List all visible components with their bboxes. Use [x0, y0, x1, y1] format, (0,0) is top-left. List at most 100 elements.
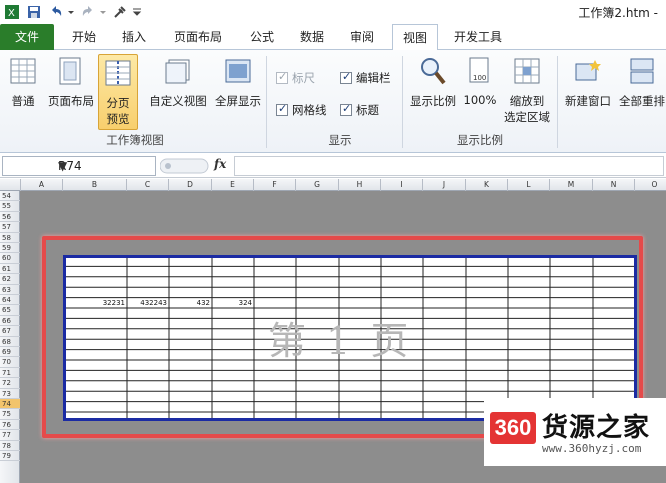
column-header[interactable]: K: [466, 179, 508, 191]
column-header[interactable]: J: [423, 179, 466, 191]
zoom-to-selection-label-2: 选定区域: [504, 110, 550, 124]
column-header[interactable]: I: [381, 179, 423, 191]
row-header[interactable]: 63: [0, 285, 20, 295]
name-box-dropdown-icon[interactable]: ▼: [58, 159, 152, 173]
row-header[interactable]: 58: [0, 233, 20, 243]
tab-page-layout[interactable]: 页面布局: [166, 24, 230, 50]
qa-dropdown-icon[interactable]: [132, 4, 142, 20]
logo-url: www.360hyzj.com: [542, 442, 642, 455]
ruler-label: 标尺: [292, 71, 315, 85]
formula-input[interactable]: [234, 156, 664, 176]
page-break-preview-button[interactable]: 分页 预览: [98, 54, 138, 130]
custom-views-icon: [165, 59, 190, 84]
zoom-100-button[interactable]: 100 100%: [462, 56, 498, 107]
row-header[interactable]: 55: [0, 201, 20, 212]
row-header[interactable]: 57: [0, 222, 20, 233]
full-screen-button[interactable]: 全屏显示: [212, 56, 264, 109]
row-header-selected[interactable]: 74: [0, 399, 20, 410]
row-header[interactable]: 77: [0, 430, 20, 441]
row-header[interactable]: 67: [0, 326, 20, 337]
name-box[interactable]: R74 ▼: [2, 156, 156, 176]
tab-review[interactable]: 审阅: [340, 24, 384, 50]
redo-icon[interactable]: [80, 4, 96, 20]
page-number-watermark: 第 1 页: [268, 319, 413, 363]
excel-app-icon[interactable]: X: [4, 4, 20, 20]
formula-bar-label: 编辑栏: [356, 71, 391, 85]
tab-developer[interactable]: 开发工具: [446, 24, 510, 50]
row-header[interactable]: 70: [0, 357, 20, 368]
formula-bar-checkbox[interactable]: 编辑栏: [340, 70, 391, 86]
column-header[interactable]: O: [635, 179, 666, 191]
row-header[interactable]: 64: [0, 295, 20, 306]
headings-checkbox[interactable]: 标题: [340, 102, 379, 118]
zoom-label: 显示比例: [410, 94, 456, 108]
page-layout-view-button[interactable]: 页面布局: [46, 56, 96, 109]
tab-insert[interactable]: 插入: [112, 24, 156, 50]
row-header[interactable]: 68: [0, 337, 20, 347]
formula-bar-splitter-icon[interactable]: [160, 158, 210, 174]
normal-view-button[interactable]: 普通: [4, 56, 42, 109]
column-header[interactable]: G: [296, 179, 339, 191]
column-header[interactable]: N: [593, 179, 635, 191]
logo-name: 货源之家: [542, 413, 651, 443]
logo-badge: 360: [490, 412, 536, 444]
row-header[interactable]: 65: [0, 305, 20, 316]
row-header[interactable]: 59: [0, 243, 20, 254]
group-separator: [266, 56, 267, 148]
tab-file[interactable]: 文件: [0, 24, 54, 50]
row-header[interactable]: 61: [0, 264, 20, 275]
ribbon: 普通 页面布局 分页 预览 自定义视图 全屏显示 工作簿视图 标尺 编辑栏 网格…: [0, 50, 666, 153]
column-header[interactable]: B: [63, 179, 127, 191]
zoom-group-label: 显示比例: [457, 133, 503, 147]
normal-view-label: 普通: [11, 94, 35, 108]
row-header[interactable]: 73: [0, 389, 20, 399]
row-header[interactable]: 75: [0, 409, 20, 420]
row-header[interactable]: 54: [0, 191, 20, 202]
row-header[interactable]: 71: [0, 368, 20, 379]
column-header[interactable]: H: [339, 179, 381, 191]
tab-view[interactable]: 视图: [392, 24, 438, 51]
column-header[interactable]: M: [550, 179, 593, 191]
new-window-button[interactable]: 新建窗口: [562, 56, 614, 109]
column-header[interactable]: A: [21, 179, 63, 191]
column-header[interactable]: C: [127, 179, 169, 191]
row-header[interactable]: 56: [0, 212, 20, 223]
workbook-views-group-label: 工作簿视图: [106, 133, 164, 147]
column-header[interactable]: D: [169, 179, 212, 191]
arrange-all-button[interactable]: 全部重排: [614, 56, 666, 109]
row-header[interactable]: 72: [0, 378, 20, 389]
zoom-button[interactable]: 显示比例: [406, 56, 460, 109]
tab-home[interactable]: 开始: [62, 24, 106, 50]
undo-dropdown-icon[interactable]: [66, 4, 76, 20]
zoom-to-selection-icon: [514, 58, 540, 84]
zoom-100-label: 100%: [463, 93, 497, 107]
column-header[interactable]: E: [212, 179, 254, 191]
redo-dropdown-icon[interactable]: [98, 4, 108, 20]
custom-views-button[interactable]: 自定义视图: [146, 56, 210, 109]
ribbon-tabs: 文件 开始 插入 页面布局 公式 数据 审阅 视图 开发工具: [0, 24, 666, 51]
headings-label: 标题: [356, 103, 379, 117]
tools-icon[interactable]: [112, 4, 128, 20]
zoom-to-selection-button[interactable]: 缩放到 选定区域: [500, 56, 554, 125]
gridlines-checkbox[interactable]: 网格线: [276, 102, 327, 118]
row-header[interactable]: 78: [0, 441, 20, 451]
row-header[interactable]: 76: [0, 420, 20, 431]
row-header[interactable]: 79: [0, 451, 20, 462]
save-icon[interactable]: [26, 4, 42, 20]
row-header[interactable]: 60: [0, 253, 20, 264]
row-header[interactable]: 69: [0, 347, 20, 358]
tab-data[interactable]: 数据: [290, 24, 334, 50]
row-header[interactable]: 62: [0, 274, 20, 285]
undo-icon[interactable]: [48, 4, 64, 20]
magnifier-icon: [421, 58, 446, 85]
row-header[interactable]: 66: [0, 316, 20, 327]
column-header[interactable]: L: [508, 179, 550, 191]
title-bar: X 工作簿2.htm -: [0, 0, 666, 24]
ruler-checkbox[interactable]: 标尺: [276, 70, 315, 86]
column-header[interactable]: F: [254, 179, 296, 191]
insert-function-icon[interactable]: fx: [214, 157, 226, 171]
tab-formulas[interactable]: 公式: [240, 24, 284, 50]
select-all-corner[interactable]: [0, 179, 21, 191]
page-break-preview-label-1: 分页: [106, 96, 130, 110]
page-break-preview-icon: [105, 60, 131, 86]
